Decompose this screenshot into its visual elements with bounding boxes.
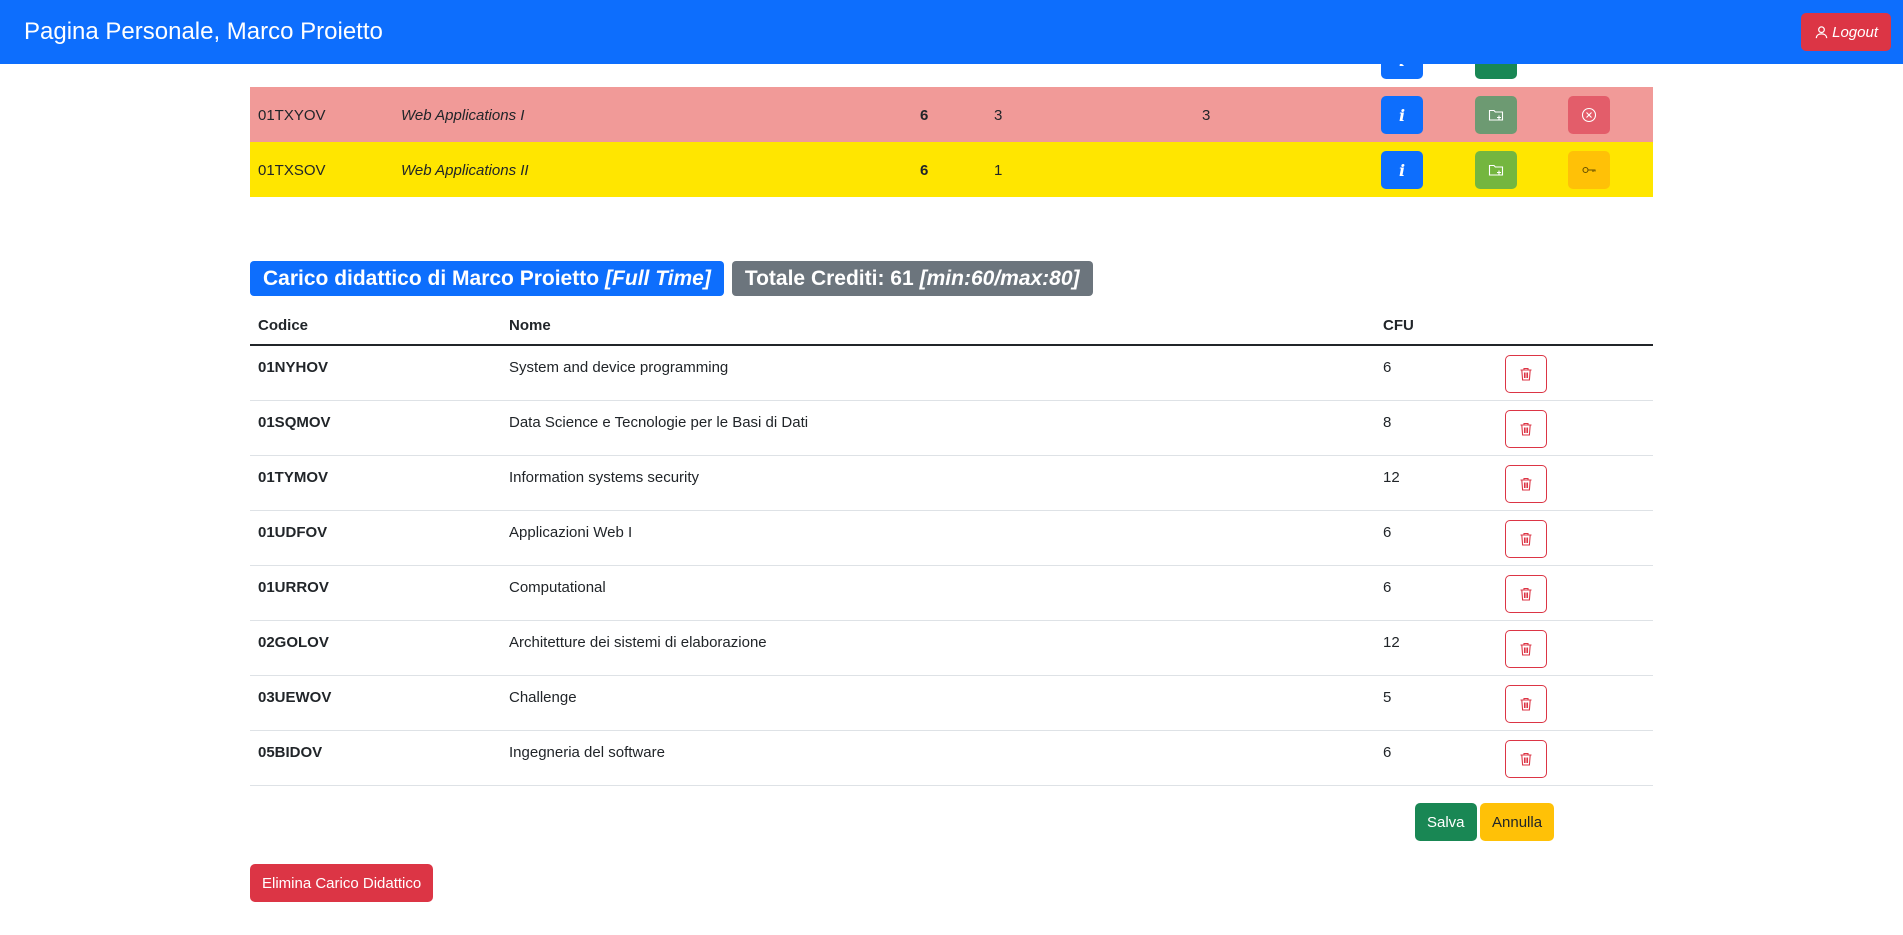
course-name: Information systems security — [509, 469, 700, 486]
course-code: 01SQMOV — [258, 414, 331, 431]
course-cfu: 8 — [1383, 414, 1392, 431]
course-code: 01URROV — [258, 579, 329, 596]
delete-course-button[interactable] — [1505, 685, 1547, 723]
x-circle-icon — [1581, 107, 1597, 123]
course-code: 01UDFOV — [258, 524, 328, 541]
study-plan-type: [Full Time] — [605, 266, 711, 290]
trash-icon — [1520, 367, 1532, 381]
course-name: Challenge — [509, 689, 577, 706]
column-header-name: Nome — [509, 317, 551, 334]
table-row: 01NYHOV System and device programming 6 — [250, 346, 1653, 401]
table-row: 01SQMOV Data Science e Tecnologie per le… — [250, 401, 1653, 456]
course-row: 01TXYOV Web Applications I 6 3 3 i — [250, 87, 1653, 142]
course-name: Architetture dei sistemi di elaborazione — [509, 634, 767, 651]
study-plan-title: Carico didattico di Marco Proietto — [263, 266, 600, 290]
course-name: Computational — [509, 579, 606, 596]
course-code: 01TYMOV — [258, 469, 329, 486]
add-course-button[interactable] — [1475, 96, 1517, 134]
course-code: 05BIDOV — [258, 744, 323, 761]
column-header-code: Codice — [258, 317, 309, 334]
course-code: 01TXYOV — [258, 107, 326, 124]
remove-course-button[interactable] — [1568, 96, 1610, 134]
course-cfu: 6 — [920, 162, 929, 179]
course-cfu: 12 — [1383, 469, 1400, 486]
delete-course-button[interactable] — [1505, 355, 1547, 393]
course-code: 02GOLOV — [258, 634, 329, 651]
key-icon — [1582, 166, 1596, 174]
course-code: 01TXSOV — [258, 162, 326, 179]
locked-course-button[interactable] — [1568, 151, 1610, 189]
study-plan-table: Codice Nome CFU 01NYHOV System and devic… — [250, 309, 1653, 786]
table-row: 02GOLOV Architetture dei sistemi di elab… — [250, 621, 1653, 676]
add-course-button[interactable] — [1475, 151, 1517, 189]
study-plan-badge: Carico didattico di Marco Proietto [Full… — [250, 261, 724, 296]
folder-plus-icon — [1488, 164, 1504, 176]
save-button[interactable]: Salva — [1415, 803, 1477, 841]
info-icon: i — [1398, 105, 1406, 125]
study-plan-header: Carico didattico di Marco Proietto [Full… — [250, 261, 1093, 296]
credits-total: Totale Crediti: 61 — [744, 266, 914, 290]
table-row: 01TYMOV Information systems security 12 — [250, 456, 1653, 511]
folder-plus-icon — [1488, 109, 1504, 121]
trash-icon — [1520, 532, 1532, 546]
course-code: 03UEWOV — [258, 689, 332, 706]
course-name: Ingegneria del software — [509, 744, 665, 761]
course-cfu: 6 — [1383, 579, 1392, 596]
page-title: Pagina Personale, Marco Proietto — [24, 18, 383, 45]
delete-course-button[interactable] — [1505, 740, 1547, 778]
trash-icon — [1520, 477, 1532, 491]
course-max-students: 3 — [1202, 107, 1211, 124]
delete-course-button[interactable] — [1505, 410, 1547, 448]
table-row: 05BIDOV Ingegneria del software 6 — [250, 731, 1653, 786]
person-icon — [1815, 25, 1828, 38]
credits-range: [min:60/max:80] — [919, 266, 1080, 290]
navbar: Pagina Personale, Marco Proietto Logout — [0, 0, 1903, 64]
info-icon: i — [1398, 160, 1406, 180]
table-row: 01UDFOV Applicazioni Web I 6 — [250, 511, 1653, 566]
delete-course-button[interactable] — [1505, 520, 1547, 558]
trash-icon — [1520, 587, 1532, 601]
course-cfu: 5 — [1383, 689, 1392, 706]
trash-icon — [1520, 752, 1532, 766]
delete-course-button[interactable] — [1505, 575, 1547, 613]
course-name: Web Applications II — [401, 162, 529, 179]
delete-course-button[interactable] — [1505, 465, 1547, 503]
course-cfu: 6 — [1383, 744, 1392, 761]
course-name: System and device programming — [509, 359, 729, 376]
info-button[interactable]: i — [1381, 96, 1423, 134]
logout-button[interactable]: Logout — [1801, 13, 1891, 51]
course-enrolled: 3 — [994, 107, 1003, 124]
cancel-button[interactable]: Annulla — [1480, 803, 1555, 841]
course-code: 01NYHOV — [258, 359, 329, 376]
trash-icon — [1520, 697, 1532, 711]
table-header: Codice Nome CFU — [250, 309, 1653, 346]
course-cfu: 12 — [1383, 634, 1400, 651]
delete-study-plan-button[interactable]: Elimina Carico Didattico — [250, 864, 434, 902]
trash-icon — [1520, 422, 1532, 436]
course-enrolled: 1 — [994, 162, 1003, 179]
course-cfu: 6 — [920, 107, 929, 124]
course-row: 01TXSOV Web Applications II 6 1 i — [250, 142, 1653, 197]
course-name: Data Science e Tecnologie per le Basi di… — [509, 414, 809, 431]
credits-badge: Totale Crediti: 61 [min:60/max:80] — [731, 261, 1093, 296]
course-cfu: 6 — [1383, 524, 1392, 541]
table-row: 01URROV Computational 6 — [250, 566, 1653, 621]
trash-icon — [1520, 642, 1532, 656]
course-name: Web Applications I — [401, 107, 525, 124]
delete-course-button[interactable] — [1505, 630, 1547, 668]
course-cfu: 6 — [1383, 359, 1392, 376]
course-name: Applicazioni Web I — [509, 524, 633, 541]
info-button[interactable]: i — [1381, 151, 1423, 189]
table-row: 03UEWOV Challenge 5 — [250, 676, 1653, 731]
column-header-cfu: CFU — [1383, 317, 1414, 334]
logout-label: Logout — [1832, 23, 1878, 41]
